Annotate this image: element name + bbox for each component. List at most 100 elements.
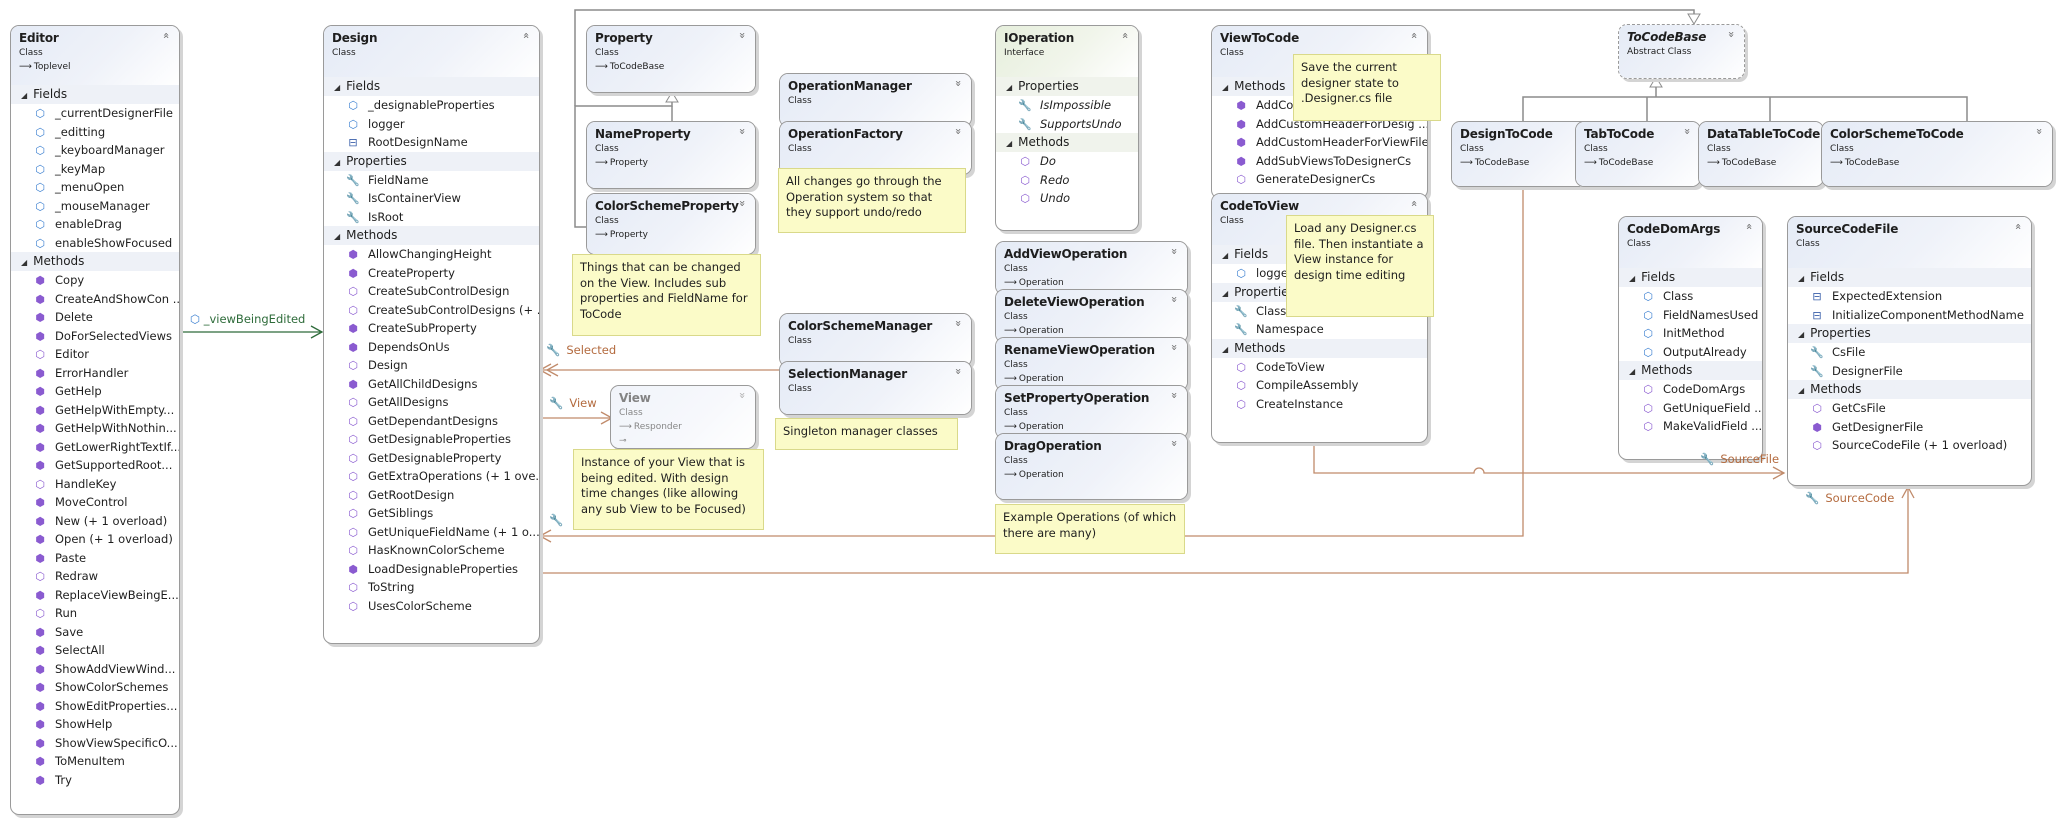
member-row[interactable]: ⬢ GetHelp	[11, 382, 179, 401]
expand-chevrons-icon[interactable]: »	[1168, 296, 1181, 303]
class-sourcecodefile[interactable]: SourceCodeFile Class « ◢ Fields ⊟ ExpectedExte…	[1787, 216, 2032, 486]
class-operationfactory[interactable]: OperationFactory Class »	[779, 121, 972, 175]
member-row[interactable]: ⬡ _editting	[11, 123, 179, 142]
member-row[interactable]: ⬢ New (+ 1 overload)	[11, 512, 179, 531]
class-datatabletocode[interactable]: DataTableToCode Class ⟶ ToCodeBase »	[1698, 121, 1824, 187]
member-row[interactable]: ⬡ GenerateDesignerCs	[1212, 170, 1427, 189]
member-row[interactable]: 🔧 CsFile	[1788, 343, 2031, 362]
section-expander-icon[interactable]: ◢	[1006, 83, 1012, 92]
class-property[interactable]: Property Class ⟶ ToCodeBase »	[586, 25, 756, 93]
member-row[interactable]: 🔧 Namespace	[1212, 320, 1427, 339]
class-colorschememanager[interactable]: ColorSchemeManager Class »	[779, 313, 972, 367]
member-row[interactable]: ⬡ FieldNamesUsed	[1619, 306, 1762, 325]
member-row[interactable]: ⬢ GetHelpWithEmpty...	[11, 401, 179, 420]
class-deleteviewoperation[interactable]: DeleteViewOperation Class ⟶ Operation »	[995, 289, 1188, 343]
member-row[interactable]: ⬢ CreateProperty	[324, 264, 539, 283]
class-codedomargs[interactable]: CodeDomArgs Class « ◢ Fields ⬡ Class ⬡ FieldName…	[1618, 216, 1763, 460]
section-methods[interactable]: ◢ Methods	[1212, 338, 1427, 358]
member-row[interactable]: ⬡ GetDependantDesigns	[324, 412, 539, 431]
member-row[interactable]: ⬡ _keyMap	[11, 160, 179, 179]
expand-chevrons-icon[interactable]: »	[736, 128, 749, 135]
member-row[interactable]: ⬢ ShowViewSpecificO...	[11, 734, 179, 753]
collapse-chevrons-icon[interactable]: «	[160, 32, 173, 39]
member-row[interactable]: ⬡ _designableProperties	[324, 96, 539, 115]
member-row[interactable]: ⬢ GetHelpWithNothin...	[11, 419, 179, 438]
member-row[interactable]: ⬡ GetUniqueFieldName (+ 1 o...	[324, 523, 539, 542]
section-expander-icon[interactable]: ◢	[334, 83, 340, 92]
member-row[interactable]: ⬡ GetExtraOperations (+ 1 ove...	[324, 467, 539, 486]
member-row[interactable]: ⬡ enableDrag	[11, 215, 179, 234]
member-row[interactable]: ⬡ Run	[11, 604, 179, 623]
member-row[interactable]: ⬡ GetUniqueField ...	[1619, 399, 1762, 418]
section-methods[interactable]: ◢ Methods	[1788, 380, 2031, 399]
member-row[interactable]: ⬢ DependsOnUs	[324, 338, 539, 357]
section-fields[interactable]: ◢ Fields	[1619, 268, 1762, 287]
member-row[interactable]: ⬡ Do	[996, 152, 1138, 171]
member-row[interactable]: ⬢ GetSupportedRoot...	[11, 456, 179, 475]
section-expander-icon[interactable]: ◢	[1629, 274, 1635, 283]
member-row[interactable]: ⬢ CreateAndShowCon ...	[11, 290, 179, 309]
section-expander-icon[interactable]: ◢	[21, 91, 27, 100]
member-row[interactable]: ⬢ ShowEditProperties...	[11, 697, 179, 716]
class-colorschemeproperty[interactable]: ColorSchemeProperty Class ⟶ Property »	[586, 193, 756, 255]
member-row[interactable]: ⬡ logger	[324, 115, 539, 134]
member-row[interactable]: ⊟ ExpectedExtension	[1788, 287, 2031, 306]
section-expander-icon[interactable]: ◢	[334, 158, 340, 167]
member-row[interactable]: 🔧 DesignerFile	[1788, 362, 2031, 381]
member-row[interactable]: ⬢ AddSubViewsToDesignerCs	[1212, 152, 1427, 171]
member-row[interactable]: ⬡ _currentDesignerFile	[11, 104, 179, 123]
class-operationmanager[interactable]: OperationManager Class »	[779, 73, 972, 127]
member-row[interactable]: ⬢ AllowChangingHeight	[324, 245, 539, 264]
expand-chevrons-icon[interactable]: »	[736, 392, 749, 399]
expand-chevrons-icon[interactable]: »	[1804, 128, 1817, 135]
class-tabtocode[interactable]: TabToCode Class ⟶ ToCodeBase »	[1575, 121, 1701, 187]
class-selectionmanager[interactable]: SelectionManager Class »	[779, 361, 972, 415]
member-row[interactable]: ⬡ CodeToView	[1212, 358, 1427, 377]
collapse-chevrons-icon[interactable]: «	[1408, 32, 1421, 39]
association-label-sourcefile[interactable]: 🔧 SourceFile	[1700, 452, 1779, 466]
member-row[interactable]: ⬡ _mouseManager	[11, 197, 179, 216]
association-label-sourcecode[interactable]: 🔧 SourceCode	[1805, 491, 1894, 505]
section-expander-icon[interactable]: ◢	[1222, 289, 1228, 298]
expand-chevrons-icon[interactable]: »	[952, 128, 965, 135]
member-row[interactable]: 🔧 SupportsUndo	[996, 115, 1138, 134]
class-view[interactable]: View Class ⟶ Responder ⊸ »	[610, 385, 756, 449]
section-methods[interactable]: ◢ Methods	[996, 133, 1138, 152]
section-expander-icon[interactable]: ◢	[1222, 83, 1228, 92]
member-row[interactable]: ⬡ GetDesignableProperties	[324, 430, 539, 449]
section-fields[interactable]: ◢ Fields	[11, 85, 179, 104]
member-row[interactable]: ⬢ Save	[11, 623, 179, 642]
member-row[interactable]: ⬡ CodeDomArgs	[1619, 380, 1762, 399]
member-row[interactable]: ⬡ HandleKey	[11, 475, 179, 494]
section-fields[interactable]: ◢ Fields	[324, 77, 539, 96]
member-row[interactable]: ⬡ GetCsFile	[1788, 399, 2031, 418]
class-colorschemetocode[interactable]: ColorSchemeToCode Class ⟶ ToCodeBase »	[1821, 121, 2053, 187]
member-row[interactable]: ⬡ GetSiblings	[324, 504, 539, 523]
expand-chevrons-icon[interactable]: »	[1168, 440, 1181, 447]
member-row[interactable]: 🔧 IsImpossible	[996, 96, 1138, 115]
collapse-chevrons-icon[interactable]: «	[1408, 200, 1421, 207]
member-row[interactable]: 🔧 IsContainerView	[324, 189, 539, 208]
section-expander-icon[interactable]: ◢	[334, 232, 340, 241]
member-row[interactable]: ⬢ Open (+ 1 overload)	[11, 530, 179, 549]
member-row[interactable]: ⬡ OutputAlready	[1619, 343, 1762, 362]
member-row[interactable]: 🔧 FieldName	[324, 171, 539, 190]
member-row[interactable]: ⬢ GetLowerRightTextIf...	[11, 438, 179, 457]
expand-chevrons-icon[interactable]: »	[952, 368, 965, 375]
member-row[interactable]: ⬡ CreateSubControlDesign	[324, 282, 539, 301]
member-row[interactable]: ⬢ Paste	[11, 549, 179, 568]
section-expander-icon[interactable]: ◢	[1222, 251, 1228, 260]
member-row[interactable]: ⬡ _keyboardManager	[11, 141, 179, 160]
member-row[interactable]: ⬡ GetAllDesigns	[324, 393, 539, 412]
collapse-chevrons-icon[interactable]: «	[1743, 223, 1756, 230]
member-row[interactable]: ⬢ AddCustomHeaderForViewFile	[1212, 133, 1427, 152]
member-row[interactable]: ⬢ Copy	[11, 271, 179, 290]
class-design[interactable]: Design Class « ◢ Fields ⬡ _designablePropertie…	[323, 25, 540, 644]
member-row[interactable]: ⬡ ToString	[324, 578, 539, 597]
section-expander-icon[interactable]: ◢	[1006, 139, 1012, 148]
class-nameproperty[interactable]: NameProperty Class ⟶ Property »	[586, 121, 756, 189]
expand-chevrons-icon[interactable]: »	[736, 200, 749, 207]
member-row[interactable]: ⬢ ToMenuItem	[11, 752, 179, 771]
collapse-chevrons-icon[interactable]: «	[1119, 32, 1132, 39]
member-row[interactable]: ⬡ enableShowFocused	[11, 234, 179, 253]
